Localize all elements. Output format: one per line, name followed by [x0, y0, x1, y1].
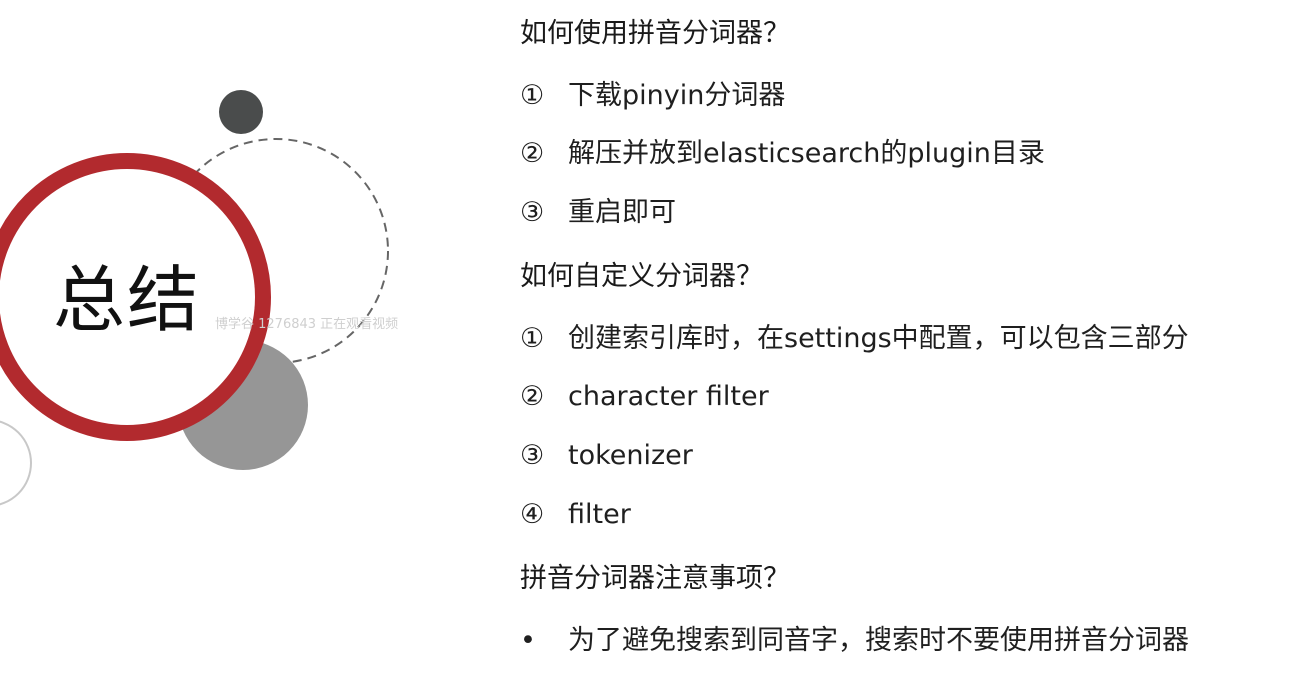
list-item: ② 解压并放到elasticsearch的plugin目录	[520, 136, 1045, 172]
item-marker: ①	[520, 80, 545, 111]
item-text: 为了避免搜索到同音字，搜索时不要使用拼音分词器	[568, 625, 1189, 656]
item-text: 下载pinyin分词器	[568, 80, 786, 111]
summary-content: 如何使用拼音分词器？ ① 下载pinyin分词器 ② 解压并放到elasticsea…	[520, 0, 1280, 687]
item-marker: ③	[520, 440, 545, 471]
item-marker: ①	[520, 323, 545, 354]
item-text: 解压并放到elasticsearch的plugin目录	[568, 138, 1045, 169]
list-item: ④ filter	[520, 497, 631, 533]
list-item: ① 创建索引库时，在settings中配置，可以包含三部分	[520, 321, 1189, 357]
item-marker: ③	[520, 197, 545, 228]
item-text: character filter	[568, 381, 769, 412]
item-marker: ②	[520, 381, 545, 412]
item-text: filter	[568, 499, 631, 530]
item-marker: ④	[520, 499, 545, 530]
list-item: ③ 重启即可	[520, 195, 676, 231]
section-heading-custom-analyzer: 如何自定义分词器？	[520, 261, 763, 292]
section-heading-pinyin-usage: 如何使用拼音分词器？	[520, 18, 790, 49]
item-text: tokenizer	[568, 440, 693, 471]
item-text: 重启即可	[568, 197, 676, 228]
list-item: • 为了避免搜索到同音字，搜索时不要使用拼音分词器	[520, 623, 1189, 659]
thin-ring	[0, 420, 32, 506]
bullet-marker: •	[520, 625, 536, 656]
list-item: ① 下载pinyin分词器	[520, 78, 785, 114]
list-item: ② character filter	[520, 379, 769, 415]
watermark: 博学谷 1276843 正在观看视频	[215, 317, 399, 332]
item-marker: ②	[520, 138, 545, 169]
slide-title: 总结	[52, 258, 201, 342]
dark-dot	[219, 90, 263, 134]
item-text: 创建索引库时，在settings中配置，可以包含三部分	[568, 323, 1189, 354]
section-heading-pinyin-notes: 拼音分词器注意事项？	[520, 563, 790, 594]
list-item: ③ tokenizer	[520, 438, 693, 474]
